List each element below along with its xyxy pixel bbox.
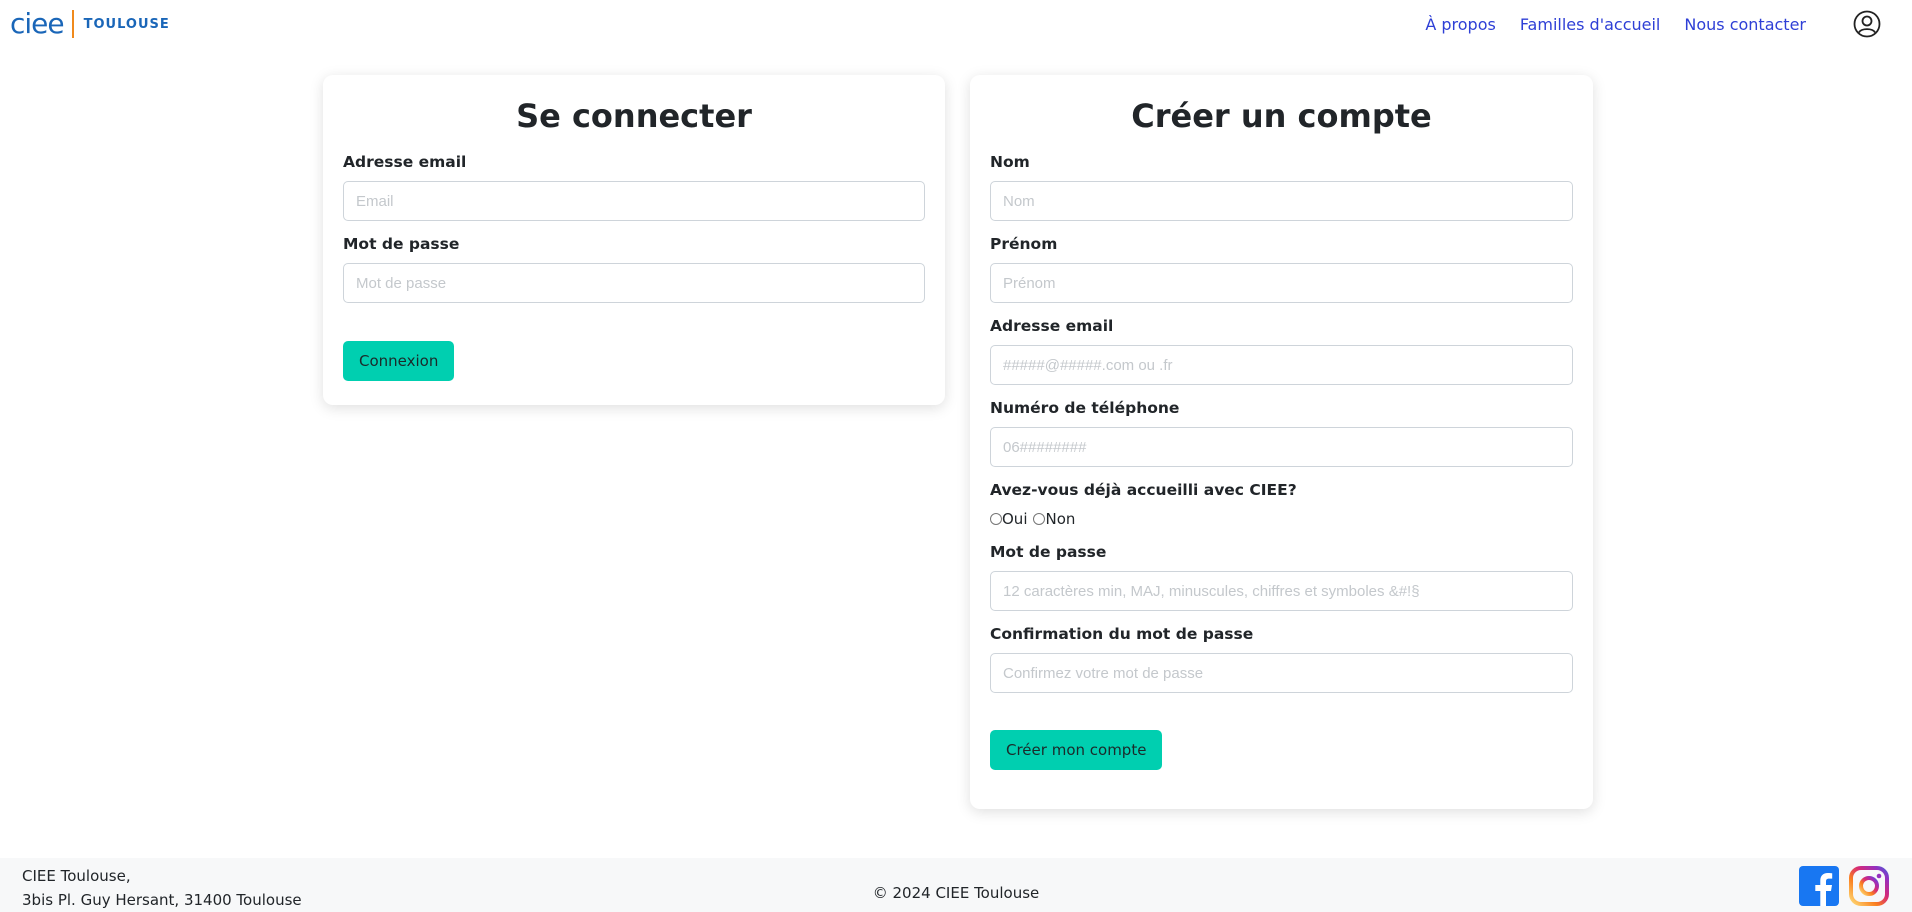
logo-divider	[71, 10, 74, 38]
signup-title: Créer un compte	[1131, 97, 1432, 135]
signup-nom-input[interactable]	[990, 181, 1573, 221]
login-card: Se connecter Adresse email Mot de passe …	[323, 75, 945, 405]
signup-password-input[interactable]	[990, 571, 1573, 611]
signup-password-label: Mot de passe	[990, 543, 1107, 561]
signup-email-input[interactable]	[990, 345, 1573, 385]
hosted-radio-oui[interactable]: Oui	[990, 510, 1027, 528]
signup-card: Créer un compte Nom Prénom Adresse email…	[970, 75, 1593, 809]
hosted-radio-oui-input[interactable]	[990, 513, 1002, 525]
signup-prenom-input[interactable]	[990, 263, 1573, 303]
login-email-label: Adresse email	[343, 153, 467, 171]
hosted-radio-non-input[interactable]	[1033, 513, 1046, 525]
signup-prenom-label: Prénom	[990, 235, 1058, 253]
hosted-radio-oui-label: Oui	[1002, 510, 1028, 528]
login-password-input[interactable]	[343, 263, 925, 303]
instagram-icon[interactable]	[1849, 866, 1889, 906]
signup-confirm-label: Confirmation du mot de passe	[990, 625, 1254, 643]
signup-phone-input[interactable]	[990, 427, 1573, 467]
ciee-toulouse-logo[interactable]: ciee TOULOUSE	[10, 9, 170, 39]
signup-phone-label: Numéro de téléphone	[990, 399, 1180, 417]
site-footer: CIEE Toulouse, 3bis Pl. Guy Hersant, 314…	[0, 858, 1912, 912]
logo-mark: ciee	[10, 7, 65, 40]
user-circle-icon[interactable]	[1853, 10, 1881, 38]
site-header: ciee TOULOUSE À propos Familles d'accuei…	[0, 0, 1912, 50]
login-submit-button[interactable]: Connexion	[343, 341, 455, 381]
nav-link-nous-contacter[interactable]: Nous contacter	[1684, 14, 1806, 36]
login-title: Se connecter	[516, 97, 752, 135]
nav-link-familles-accueil[interactable]: Familles d'accueil	[1520, 14, 1661, 36]
signup-hosted-question: Avez-vous déjà accueilli avec CIEE?	[990, 481, 1297, 499]
hosted-radio-non[interactable]: Non	[1033, 510, 1075, 528]
hosted-radio-non-label: Non	[1045, 510, 1076, 528]
footer-copyright: © 2024 CIEE Toulouse	[872, 884, 1040, 902]
hosted-radio-group: Oui Non	[990, 509, 1573, 529]
logo-city: TOULOUSE	[83, 16, 170, 32]
signup-nom-label: Nom	[990, 153, 1030, 171]
signup-submit-button[interactable]: Créer mon compte	[990, 730, 1163, 770]
login-email-input[interactable]	[343, 181, 925, 221]
signup-confirm-input[interactable]	[990, 653, 1573, 693]
facebook-icon[interactable]	[1799, 866, 1839, 906]
nav-link-a-propos[interactable]: À propos	[1425, 14, 1495, 36]
main-nav: À propos Familles d'accueil Nous contact…	[1425, 14, 1806, 36]
signup-email-label: Adresse email	[990, 317, 1114, 335]
login-password-label: Mot de passe	[343, 235, 460, 253]
